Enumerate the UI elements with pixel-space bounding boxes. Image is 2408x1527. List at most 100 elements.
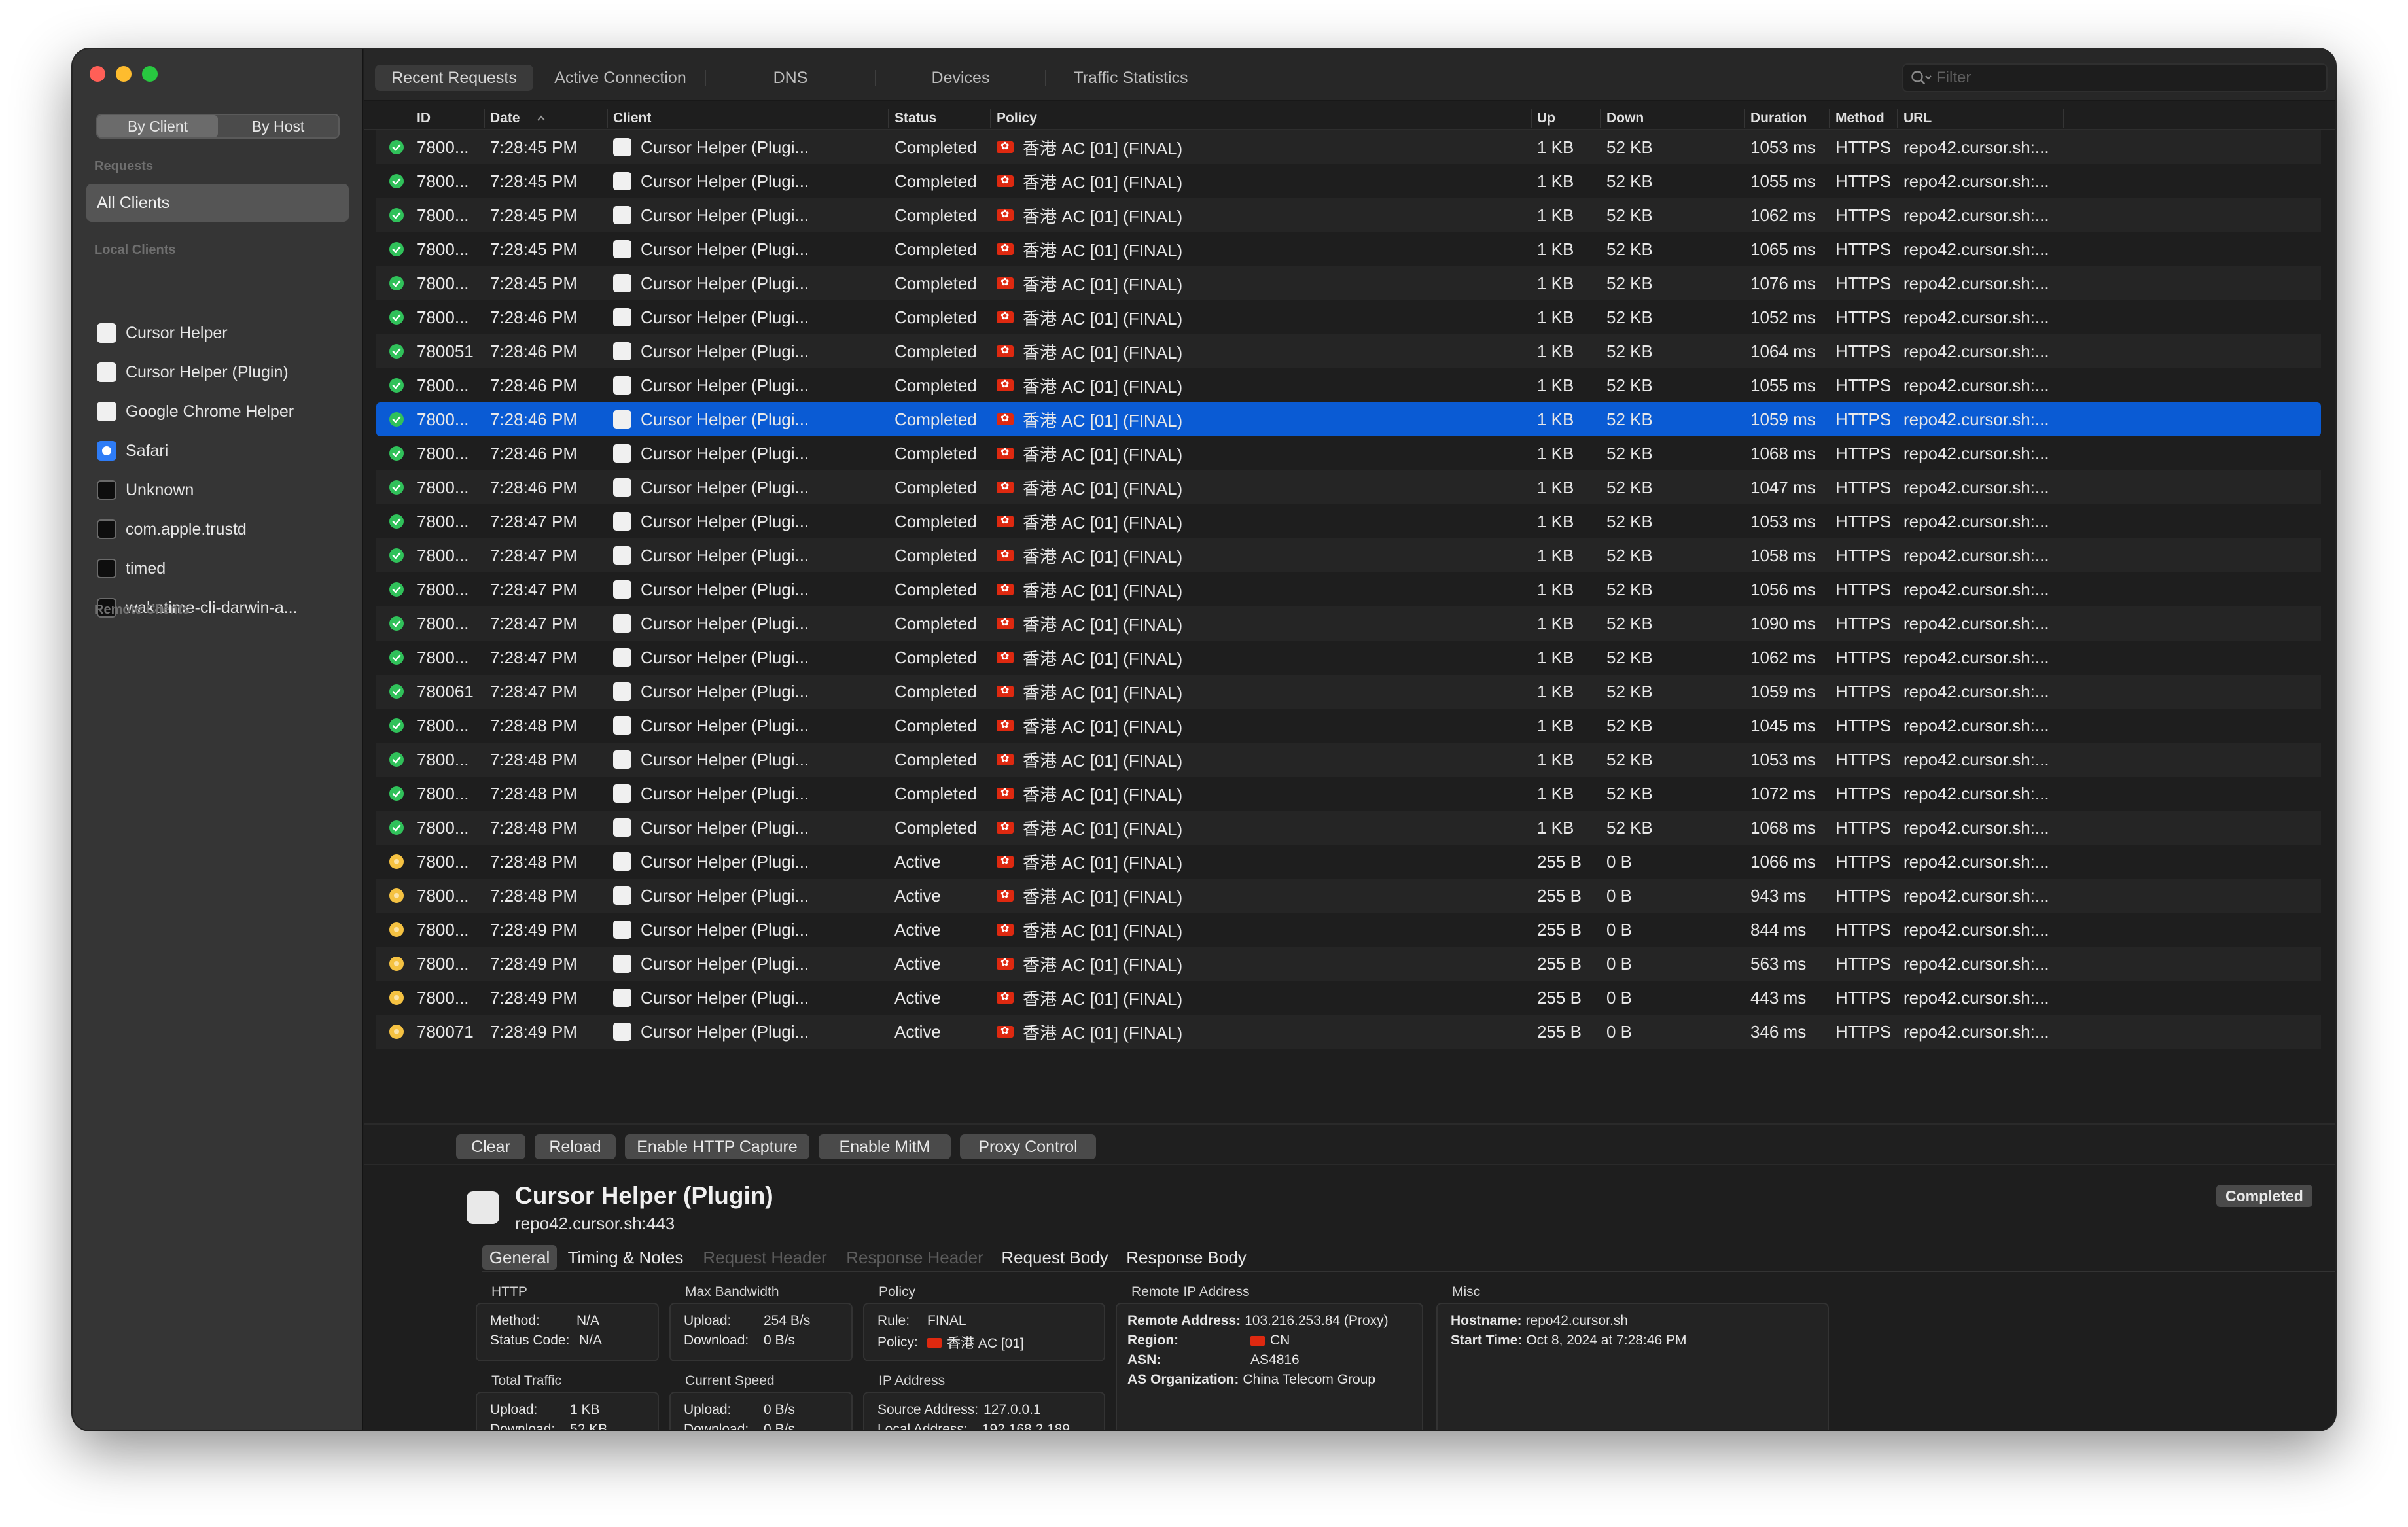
table-row[interactable]: 7800... 7:28:48 PM Cursor Helper (Plugi...…	[376, 845, 2321, 879]
sidebar-item-client[interactable]: com.apple.trustd	[97, 516, 247, 542]
column-header-duration[interactable]: Duration	[1750, 107, 1807, 130]
table-row[interactable]: 7800... 7:28:49 PM Cursor Helper (Plugi...…	[376, 913, 2321, 947]
cell-client: Cursor Helper (Plugi...	[613, 606, 891, 641]
column-resize-handle[interactable]	[484, 109, 485, 128]
sidebar-item-client[interactable]: timed	[97, 555, 166, 582]
cell-down: 52 KB	[1606, 334, 1747, 368]
tab-traffic-statistics[interactable]: Traffic Statistics	[1052, 65, 1210, 91]
column-header-id[interactable]: ID	[417, 107, 431, 130]
column-resize-handle[interactable]	[2063, 109, 2064, 128]
sidebar-item-client[interactable]: Cursor Helper (Plugin)	[97, 359, 289, 385]
table-row[interactable]: 7800... 7:28:47 PM Cursor Helper (Plugi...…	[376, 504, 2321, 538]
column-resize-handle[interactable]	[1829, 109, 1830, 128]
column-header-up[interactable]: Up	[1537, 107, 1555, 130]
table-row[interactable]: 7800... 7:28:48 PM Cursor Helper (Plugi...…	[376, 777, 2321, 811]
method-text: HTTPS	[1835, 477, 1892, 497]
sidebar-item-client[interactable]: Cursor Helper	[97, 320, 228, 346]
tab-recent-requests[interactable]: Recent Requests	[375, 65, 533, 91]
table-row[interactable]: 7800... 7:28:45 PM Cursor Helper (Plugi...…	[376, 198, 2321, 232]
table-row[interactable]: 7800... 7:28:46 PM Cursor Helper (Plugi...…	[376, 470, 2321, 504]
app-generic-icon	[613, 852, 631, 871]
enable-http-capture-button[interactable]: Enable HTTP Capture	[625, 1134, 809, 1159]
app-generic-icon	[613, 989, 631, 1007]
table-row[interactable]: 7800... 7:28:48 PM Cursor Helper (Plugi...…	[376, 879, 2321, 913]
column-header-url[interactable]: URL	[1903, 107, 1932, 130]
hong-kong-flag-icon	[997, 309, 1014, 323]
hong-kong-flag-icon	[997, 446, 1014, 459]
hostname-row: Hostname: repo42.cursor.sh	[1451, 1313, 1628, 1329]
column-resize-handle[interactable]	[1600, 109, 1601, 128]
up-text: 1 KB	[1537, 375, 1574, 395]
table-row[interactable]: 7800... 7:28:47 PM Cursor Helper (Plugi...…	[376, 606, 2321, 641]
cell-client: Cursor Helper (Plugi...	[613, 709, 891, 743]
tab-request-body[interactable]: Request Body	[993, 1245, 1117, 1270]
table-row[interactable]: 7800... 7:28:45 PM Cursor Helper (Plugi...…	[376, 266, 2321, 300]
table-row[interactable]: 7800... 7:28:45 PM Cursor Helper (Plugi...…	[376, 130, 2321, 164]
filter-field[interactable]	[1902, 63, 2328, 92]
table-row[interactable]: 7800... 7:28:46 PM Cursor Helper (Plugi...…	[376, 300, 2321, 334]
hong-kong-flag-icon	[997, 786, 1014, 799]
table-row[interactable]: 7800... 7:28:48 PM Cursor Helper (Plugi...…	[376, 709, 2321, 743]
sidebar: By Client By Host Requests All Clients L…	[73, 49, 363, 1430]
by-host-segment[interactable]: By Host	[218, 115, 338, 137]
date-text: 7:28:45 PM	[490, 205, 577, 225]
start-time-value: Oct 8, 2024 at 7:28:46 PM	[1526, 1333, 1687, 1348]
zoom-window-button[interactable]	[142, 66, 158, 82]
table-row[interactable]: 7800... 7:28:49 PM Cursor Helper (Plugi...…	[376, 981, 2321, 1015]
up-text: 1 KB	[1537, 205, 1574, 225]
column-header-method[interactable]: Method	[1835, 107, 1885, 130]
table-row[interactable]: 7800... 7:28:45 PM Cursor Helper (Plugi...…	[376, 164, 2321, 198]
enable-mitm-button[interactable]: Enable MitM	[819, 1134, 951, 1159]
tab-response-body[interactable]: Response Body	[1118, 1245, 1254, 1270]
tab-active-connection[interactable]: Active Connection	[541, 65, 699, 91]
table-row[interactable]: 7800... 7:28:46 PM Cursor Helper (Plugi...…	[376, 402, 2321, 436]
app-generic-icon	[613, 512, 631, 531]
sidebar-item-client[interactable]: Unknown	[97, 477, 194, 503]
column-header-status[interactable]: Status	[894, 107, 936, 130]
column-resize-handle[interactable]	[888, 109, 889, 128]
sidebar-item-all-clients[interactable]: All Clients	[86, 184, 349, 222]
tab-devices[interactable]: Devices	[881, 65, 1040, 91]
table-row[interactable]: 780051 7:28:46 PM Cursor Helper (Plugi... C…	[376, 334, 2321, 368]
table-row[interactable]: 780071 7:28:49 PM Cursor Helper (Plugi... A…	[376, 1015, 2321, 1049]
column-header-down[interactable]: Down	[1606, 107, 1644, 130]
tab-dns[interactable]: DNS	[711, 65, 870, 91]
column-resize-handle[interactable]	[990, 109, 991, 128]
by-client-segment[interactable]: By Client	[97, 115, 218, 137]
column-header-date[interactable]: Date	[490, 107, 520, 130]
table-row[interactable]: 7800... 7:28:47 PM Cursor Helper (Plugi...…	[376, 572, 2321, 606]
reload-button[interactable]: Reload	[535, 1134, 616, 1159]
id-text: 7800...	[417, 817, 469, 837]
filter-input[interactable]	[1936, 69, 2303, 87]
table-row[interactable]: 7800... 7:28:47 PM Cursor Helper (Plugi...…	[376, 641, 2321, 675]
tab-general[interactable]: General	[482, 1245, 557, 1270]
column-resize-handle[interactable]	[1744, 109, 1745, 128]
tab-response-header[interactable]: Response Header	[838, 1245, 991, 1270]
column-resize-handle[interactable]	[1897, 109, 1898, 128]
close-window-button[interactable]	[90, 66, 105, 82]
table-row[interactable]: 7800... 7:28:46 PM Cursor Helper (Plugi...…	[376, 368, 2321, 402]
column-resize-handle[interactable]	[1531, 109, 1532, 128]
minimize-window-button[interactable]	[116, 66, 132, 82]
table-row[interactable]: 7800... 7:28:49 PM Cursor Helper (Plugi...…	[376, 947, 2321, 981]
tab-timing-notes[interactable]: Timing & Notes	[559, 1245, 692, 1270]
cell-date: 7:28:46 PM	[490, 334, 611, 368]
column-header-policy[interactable]: Policy	[997, 107, 1037, 130]
table-row[interactable]: 7800... 7:28:48 PM Cursor Helper (Plugi...…	[376, 811, 2321, 845]
sidebar-item-client[interactable]: Safari	[97, 438, 168, 464]
table-row[interactable]: 7800... 7:28:45 PM Cursor Helper (Plugi...…	[376, 232, 2321, 266]
proxy-control-button[interactable]: Proxy Control	[960, 1134, 1096, 1159]
table-row[interactable]: 7800... 7:28:47 PM Cursor Helper (Plugi...…	[376, 538, 2321, 572]
table-row[interactable]: 7800... 7:28:48 PM Cursor Helper (Plugi...…	[376, 743, 2321, 777]
policy-text: 香港 AC [01] (FINAL)	[1023, 274, 1183, 294]
cell-status: Completed	[894, 675, 993, 709]
clear-button[interactable]: Clear	[456, 1134, 525, 1159]
duration-text: 1047 ms	[1750, 477, 1816, 497]
column-resize-handle[interactable]	[607, 109, 608, 128]
table-row[interactable]: 780061 7:28:47 PM Cursor Helper (Plugi... C…	[376, 675, 2321, 709]
column-header-client[interactable]: Client	[613, 107, 651, 130]
tab-request-header[interactable]: Request Header	[693, 1245, 837, 1270]
client-text: Cursor Helper (Plugi...	[641, 171, 809, 191]
table-row[interactable]: 7800... 7:28:46 PM Cursor Helper (Plugi...…	[376, 436, 2321, 470]
sidebar-item-client[interactable]: Google Chrome Helper	[97, 398, 294, 425]
